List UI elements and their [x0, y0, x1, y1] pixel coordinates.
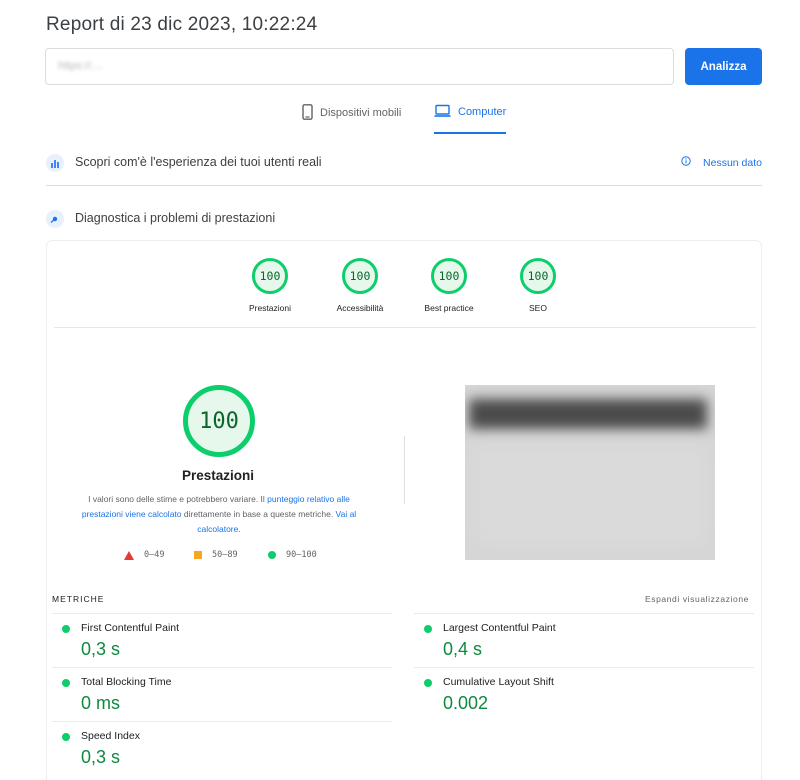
score-ring: 100	[342, 258, 378, 294]
crux-section: Scopri com'è l'esperienza dei tuoi utent…	[46, 150, 762, 186]
performance-label: Prestazioni	[181, 468, 255, 483]
url-input[interactable]: https://....	[45, 48, 674, 85]
divider	[54, 327, 756, 328]
divider	[404, 436, 405, 504]
score-label: Best practice	[424, 303, 474, 313]
legend-label: 50–89	[212, 550, 238, 560]
url-value: https://....	[58, 60, 104, 72]
page-screenshot-thumbnail	[465, 385, 715, 560]
diagnostics-title: Diagnostica i problemi di prestazioni	[75, 211, 276, 225]
info-icon	[681, 156, 691, 169]
smartphone-icon	[302, 104, 313, 123]
pass-dot-icon	[62, 679, 70, 687]
score-label: Accessibilità	[336, 303, 384, 313]
no-data-link[interactable]: Nessun dato	[681, 156, 762, 169]
pass-dot-icon	[62, 733, 70, 741]
lighthouse-icon	[46, 210, 64, 228]
metric-speed-index: Speed Index 0,3 s	[52, 721, 392, 775]
diagnostics-section: Diagnostica i problemi di prestazioni	[46, 208, 762, 230]
no-data-label: Nessun dato	[703, 156, 762, 169]
triangle-icon	[124, 550, 134, 560]
metrics-heading: METRICHE	[52, 594, 105, 604]
score-gauge-best-practices[interactable]: 100 Best practice	[399, 258, 499, 313]
pass-dot-icon	[62, 625, 70, 633]
score-ring: 100	[252, 258, 288, 294]
metric-total-blocking-time: Total Blocking Time 0 ms	[52, 667, 392, 721]
metric-name: Speed Index	[81, 730, 140, 742]
metric-value: 0 ms	[81, 693, 121, 713]
metric-name: Cumulative Layout Shift	[443, 676, 554, 688]
analyze-button[interactable]: Analizza	[685, 48, 762, 85]
metric-value: 0.002	[443, 693, 489, 713]
pass-dot-icon	[424, 625, 432, 633]
metric-value: 0,4 s	[443, 639, 483, 659]
metric-largest-contentful-paint: Largest Contentful Paint 0,4 s	[414, 613, 754, 667]
pass-dot-icon	[424, 679, 432, 687]
score-gauge-performance[interactable]: 100 Prestazioni	[220, 258, 320, 313]
users-chart-icon	[46, 154, 64, 172]
tab-mobile-label: Dispositivi mobili	[320, 107, 402, 119]
report-title: Report di 23 dic 2023, 10:22:24	[46, 14, 318, 35]
disclaimer-text: direttamente in base a queste metriche.	[181, 509, 336, 519]
tab-desktop-label: Computer	[458, 106, 507, 118]
performance-disclaimer: I valori sono delle stime e potrebbero v…	[68, 492, 370, 537]
metric-first-contentful-paint: First Contentful Paint 0,3 s	[52, 613, 392, 667]
metric-value: 0,3 s	[81, 639, 121, 659]
score-ring: 100	[520, 258, 556, 294]
metric-value: 0,3 s	[81, 747, 121, 767]
disclaimer-text: I valori sono delle stime e potrebbero v…	[88, 494, 268, 504]
performance-score-gauge: 100	[183, 385, 255, 457]
laptop-icon	[434, 104, 451, 121]
metric-name: Total Blocking Time	[81, 676, 172, 688]
legend-label: 0–49	[144, 550, 165, 560]
score-label: SEO	[529, 303, 547, 313]
expand-view-toggle[interactable]: Espandi visualizzazione	[645, 594, 749, 604]
circle-icon	[268, 551, 276, 559]
metric-cumulative-layout-shift: Cumulative Layout Shift 0.002	[414, 667, 754, 721]
tab-mobile[interactable]: Dispositivi mobili	[302, 104, 401, 136]
legend-label: 90–100	[286, 550, 317, 560]
legend-average: 50–89	[194, 550, 238, 560]
tab-desktop[interactable]: Computer	[434, 104, 507, 136]
disclaimer-text: .	[238, 524, 241, 534]
score-ring: 100	[431, 258, 467, 294]
metric-name: First Contentful Paint	[81, 622, 180, 634]
score-gauge-seo[interactable]: 100 SEO	[488, 258, 588, 313]
legend-fail: 0–49	[124, 550, 164, 560]
legend-pass: 90–100	[268, 550, 317, 560]
square-icon	[194, 551, 202, 559]
score-gauge-accessibility[interactable]: 100 Accessibilità	[310, 258, 410, 313]
metric-name: Largest Contentful Paint	[443, 622, 556, 634]
crux-title: Scopri com'è l'esperienza dei tuoi utent…	[75, 155, 322, 169]
score-label: Prestazioni	[248, 303, 292, 313]
